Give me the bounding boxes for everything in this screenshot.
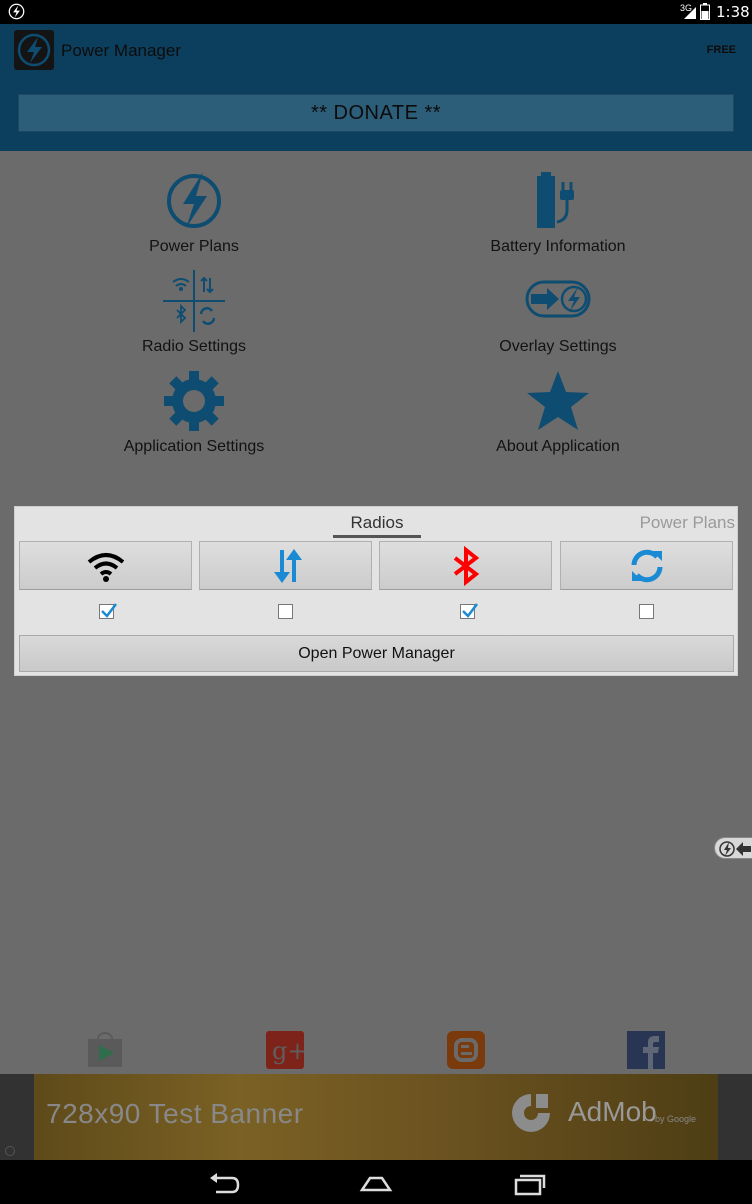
open-power-manager-button[interactable]: Open Power Manager xyxy=(19,635,734,672)
overlay-arrow-icon xyxy=(719,841,751,857)
overlay-arrow-icon xyxy=(525,280,591,318)
facebook-icon[interactable] xyxy=(627,1031,665,1069)
bluetooth-checkbox[interactable] xyxy=(460,603,478,619)
mobile-data-checkbox[interactable] xyxy=(278,604,293,619)
ad-banner-content[interactable]: 728x90 Test Banner AdMob by Google xyxy=(34,1074,718,1160)
overlay-handle[interactable] xyxy=(714,837,752,859)
power-manager-status-icon xyxy=(8,3,25,20)
edition-badge: FREE xyxy=(706,44,736,56)
gear-icon xyxy=(164,371,224,431)
star-icon xyxy=(527,371,589,430)
donate-button[interactable]: ** DONATE ** xyxy=(18,94,734,132)
admob-logo-icon xyxy=(512,1094,550,1132)
sync-icon xyxy=(631,549,662,582)
mobile-data-toggle-button[interactable] xyxy=(199,541,372,590)
check-icon xyxy=(462,603,478,618)
navigation-bar xyxy=(0,1160,752,1204)
data-arrows-icon xyxy=(273,548,302,583)
ad-by-google: by Google xyxy=(655,1114,697,1124)
radio-grid-icon xyxy=(163,270,225,332)
ad-banner[interactable]: 728x90 Test Banner AdMob by Google xyxy=(0,1074,752,1160)
feature-label: Application Settings xyxy=(123,438,265,455)
power-bolt-icon xyxy=(167,172,221,228)
feature-label: Radio Settings xyxy=(141,338,247,355)
tab-power-plans[interactable]: Power Plans xyxy=(640,513,735,533)
feature-about-application[interactable]: About Application xyxy=(428,370,688,466)
feature-battery-information[interactable]: Battery Information xyxy=(428,170,688,266)
bluetooth-toggle-button[interactable] xyxy=(379,541,552,590)
check-icon xyxy=(101,603,117,618)
status-bar: 3G 1:38 xyxy=(0,0,752,24)
sync-toggle-button[interactable] xyxy=(560,541,733,590)
feature-power-plans[interactable]: Power Plans xyxy=(64,170,324,266)
blogger-icon[interactable] xyxy=(447,1031,485,1069)
svg-text:g+: g+ xyxy=(272,1037,304,1065)
radio-widget-panel: Radios Power Plans Open Power Manager xyxy=(14,506,738,676)
tab-radios[interactable]: Radios xyxy=(333,513,421,533)
battery-icon xyxy=(700,3,710,20)
feature-label: Overlay Settings xyxy=(499,338,617,355)
sync-checkbox[interactable] xyxy=(639,604,654,619)
home-icon[interactable] xyxy=(358,1170,394,1196)
play-store-icon[interactable] xyxy=(86,1031,124,1069)
tab-indicator xyxy=(333,535,421,538)
feature-label: Battery Information xyxy=(490,238,626,255)
wifi-checkbox[interactable] xyxy=(99,603,117,619)
feature-overlay-settings[interactable]: Overlay Settings xyxy=(428,270,688,366)
battery-plug-icon xyxy=(537,172,574,228)
feature-radio-settings[interactable]: Radio Settings xyxy=(64,270,324,366)
clock: 1:38 xyxy=(716,3,750,21)
ad-info-icon[interactable] xyxy=(5,1146,15,1156)
feature-label: About Application xyxy=(496,438,620,455)
recent-apps-icon[interactable] xyxy=(512,1170,548,1196)
ad-brand: AdMob xyxy=(568,1096,657,1127)
ad-banner-text: 728x90 Test Banner xyxy=(46,1098,304,1129)
signal-icon xyxy=(684,7,696,19)
wifi-toggle-button[interactable] xyxy=(19,541,192,590)
google-plus-icon[interactable]: g+ xyxy=(266,1031,304,1069)
feature-label: Power Plans xyxy=(149,238,239,255)
back-icon[interactable] xyxy=(206,1170,242,1196)
app-logo-icon xyxy=(14,30,54,70)
feature-application-settings[interactable]: Application Settings xyxy=(64,370,324,466)
wifi-icon xyxy=(87,552,124,582)
app-title: Power Manager xyxy=(61,41,182,60)
bluetooth-icon xyxy=(453,545,479,586)
